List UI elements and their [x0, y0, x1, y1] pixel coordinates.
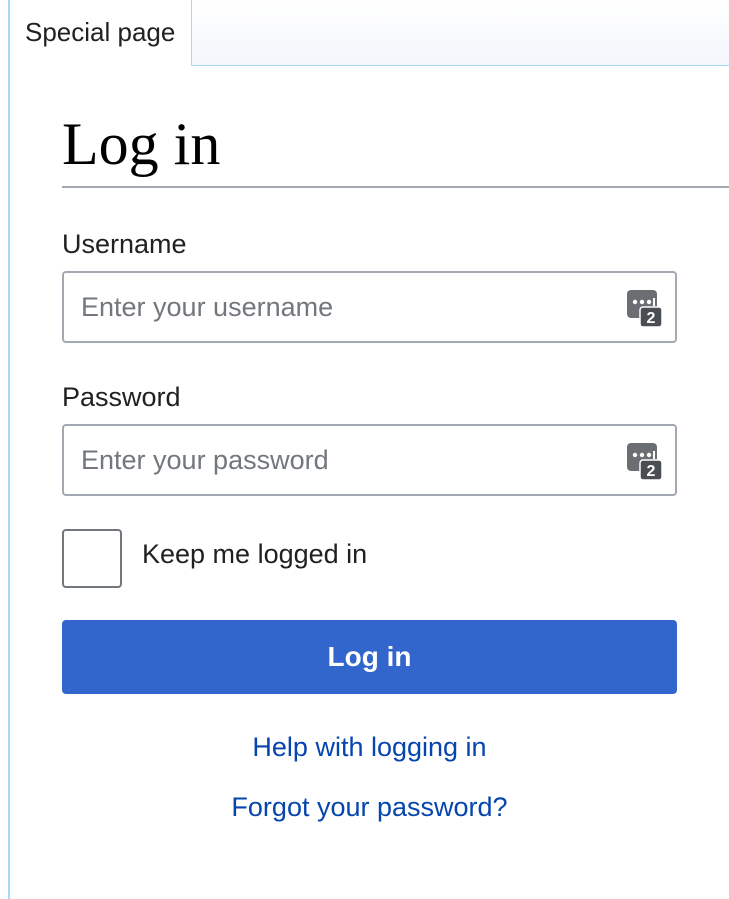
tab-bar: Special page [10, 0, 729, 66]
tab-special-page[interactable]: Special page [10, 0, 192, 66]
password-manager-icon[interactable]: 2 [627, 443, 663, 481]
username-label: Username [62, 229, 187, 259]
login-button[interactable]: Log in [62, 620, 677, 694]
page-title: Log in [62, 111, 221, 177]
password-label: Password [62, 382, 181, 412]
password-input[interactable] [64, 426, 675, 494]
svg-text:2: 2 [647, 310, 656, 327]
username-input[interactable] [64, 273, 675, 341]
forgot-password-link[interactable]: Forgot your password? [62, 792, 677, 823]
content-left-border [0, 0, 10, 899]
tab-special-page-label: Special page [25, 17, 176, 47]
keep-logged-in-label[interactable]: Keep me logged in [142, 539, 367, 570]
password-manager-icon[interactable]: 2 [627, 290, 663, 328]
help-logging-in-link[interactable]: Help with logging in [62, 732, 677, 763]
password-field-container: 2 [62, 424, 677, 496]
keep-logged-in-checkbox[interactable] [62, 529, 122, 588]
title-divider [62, 186, 729, 188]
svg-text:2: 2 [647, 463, 656, 480]
username-field-container: 2 [62, 271, 677, 343]
